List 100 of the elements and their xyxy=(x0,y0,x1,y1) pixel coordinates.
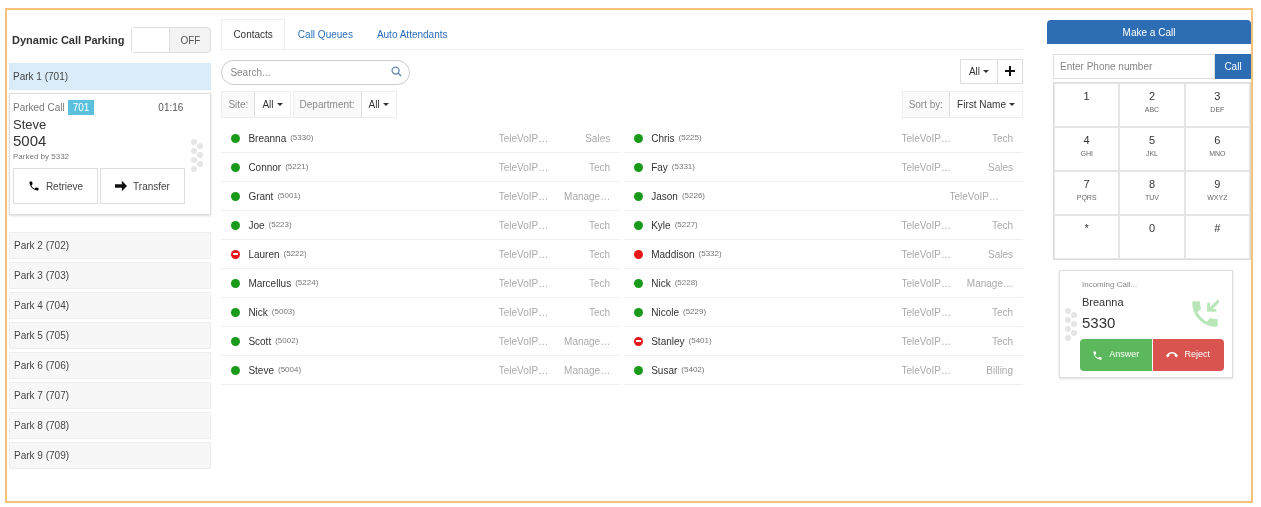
contact-name[interactable]: Breanna xyxy=(248,130,287,146)
site-text: TeleVoIP… xyxy=(498,334,549,349)
make-call-button[interactable]: Make a Call xyxy=(1047,20,1251,44)
call-timer: 01:16 xyxy=(158,101,184,115)
site-text: TeleVoIP… xyxy=(901,363,951,378)
contact-name[interactable]: Susar xyxy=(651,362,678,378)
add-button[interactable] xyxy=(998,58,1023,84)
site-text: TeleVoIP… xyxy=(498,276,549,291)
contact-name[interactable]: Stanley xyxy=(651,333,685,349)
reject-button[interactable]: Reject xyxy=(1152,339,1224,371)
contact-name[interactable]: Nicole xyxy=(651,304,679,320)
site-text: TeleVoIP… xyxy=(498,305,549,320)
caller-number: 5004 xyxy=(13,132,48,149)
contact-name[interactable]: Connor xyxy=(248,159,282,175)
department-text: Tech xyxy=(990,305,1013,320)
contact-extension: (5331) xyxy=(671,161,695,173)
site-text: TeleVoIP… xyxy=(498,363,549,378)
contact-name[interactable]: Scott xyxy=(248,333,272,349)
filter-label: Site: xyxy=(227,97,250,112)
contact-name[interactable]: Jason xyxy=(651,188,678,204)
park-slot[interactable]: Park 9 (709) xyxy=(9,442,212,469)
caller-name: Breanna xyxy=(1082,295,1125,310)
site-text: TeleVoIP… xyxy=(498,247,549,262)
park-slot[interactable]: Park 7 (707) xyxy=(9,382,212,409)
department-text: Tech xyxy=(990,131,1013,146)
contact-name[interactable]: Marcellus xyxy=(248,275,292,291)
tab[interactable]: Call Queues xyxy=(286,19,364,49)
keypad-key[interactable]: # xyxy=(1184,215,1250,259)
keypad-key[interactable]: * xyxy=(1054,215,1120,259)
department-text: Tech xyxy=(588,247,611,262)
parked-by-text: Parked by 5332 xyxy=(13,151,71,163)
filter-label: Department: xyxy=(298,97,356,112)
arrow-right-icon xyxy=(115,180,128,192)
department-text: Manage… xyxy=(563,334,611,349)
contact-name[interactable]: Nick xyxy=(248,304,268,320)
department-text: Tech xyxy=(588,276,611,291)
department-text: Tech xyxy=(588,218,611,233)
grip-icon xyxy=(190,138,205,174)
site-text: TeleVoIP… xyxy=(901,276,951,291)
contact-name[interactable]: Lauren xyxy=(248,246,280,262)
contact-name[interactable]: Chris xyxy=(651,130,675,146)
phone-icon xyxy=(1092,349,1104,361)
sort-dropdown[interactable]: First Name xyxy=(949,91,1022,117)
toggle-switch[interactable]: OFF xyxy=(131,27,212,53)
park-slot[interactable]: Park 6 (706) xyxy=(9,352,212,379)
tab[interactable]: Contacts xyxy=(221,19,285,49)
site-text: TeleVoIP… xyxy=(901,131,951,146)
site-text: TeleVoIP… xyxy=(498,160,549,175)
site-dropdown[interactable]: All xyxy=(254,91,290,117)
site-text: TeleVoIP… xyxy=(498,218,549,233)
department-text: Tech xyxy=(588,160,611,175)
contact-name[interactable]: Maddison xyxy=(651,246,695,262)
transfer-button[interactable]: Transfer xyxy=(100,168,185,204)
park-slot[interactable]: Park 5 (705) xyxy=(9,322,212,349)
contact-extension: (5224) xyxy=(295,277,319,289)
site-text: TeleVoIP… xyxy=(901,160,951,175)
filter-dropdown[interactable]: All xyxy=(959,58,998,84)
contact-name[interactable]: Fay xyxy=(651,159,668,175)
contact-name[interactable]: Steve xyxy=(248,362,274,378)
tab[interactable]: Auto Attendants xyxy=(365,19,459,49)
filter-label: Sort by: xyxy=(907,97,945,112)
site-text: TeleVoIP… xyxy=(901,247,951,262)
department-text: Sales xyxy=(987,247,1013,262)
department-dropdown[interactable]: All xyxy=(360,91,396,117)
contact-extension: (5003) xyxy=(271,306,295,318)
keypad-key[interactable]: 0 xyxy=(1119,215,1185,259)
site-text: TeleVoIP… xyxy=(949,189,999,204)
department-text: Manage… xyxy=(965,276,1013,291)
grip-icon xyxy=(1064,307,1078,343)
park-slot[interactable]: Park 4 (704) xyxy=(9,292,212,319)
call-button[interactable]: Call xyxy=(1215,54,1251,79)
department-text: Billing xyxy=(985,363,1013,378)
caller-name: Steve xyxy=(13,117,48,132)
search-field[interactable]: Search... xyxy=(221,59,411,85)
department-text: Sales xyxy=(987,160,1013,175)
phone-icon xyxy=(27,180,40,192)
section-title: Dynamic Call Parking xyxy=(12,32,125,48)
department-text: Tech xyxy=(990,218,1013,233)
contact-name[interactable]: Kyle xyxy=(651,217,671,233)
plus-icon xyxy=(1005,66,1015,76)
card-label: Parked Call xyxy=(13,101,65,115)
retrieve-button[interactable]: Retrieve xyxy=(13,168,98,204)
site-text: TeleVoIP… xyxy=(901,334,951,349)
contact-extension: (5222) xyxy=(283,248,307,260)
keypad-key[interactable]: 1 xyxy=(1054,83,1120,127)
contact-name[interactable]: Nick xyxy=(651,275,671,291)
contact-extension: (5229) xyxy=(683,306,707,318)
contact-name[interactable]: Grant xyxy=(248,188,274,204)
park-slot[interactable]: Park 3 (703) xyxy=(9,262,212,289)
search-icon xyxy=(391,65,403,77)
department-text: Tech xyxy=(990,334,1013,349)
park-slot[interactable]: Park 1 (701) xyxy=(9,63,212,90)
phone-number-field[interactable]: Enter Phone number xyxy=(1053,54,1215,79)
park-slot[interactable]: Park 2 (702) xyxy=(9,232,212,259)
contact-extension: (5228) xyxy=(674,277,698,289)
site-text: TeleVoIP… xyxy=(901,218,951,233)
park-slot[interactable]: Park 8 (708) xyxy=(9,412,212,439)
contact-name[interactable]: Joe xyxy=(248,217,265,233)
site-text: TeleVoIP… xyxy=(498,189,549,204)
contact-extension: (5332) xyxy=(698,248,722,260)
